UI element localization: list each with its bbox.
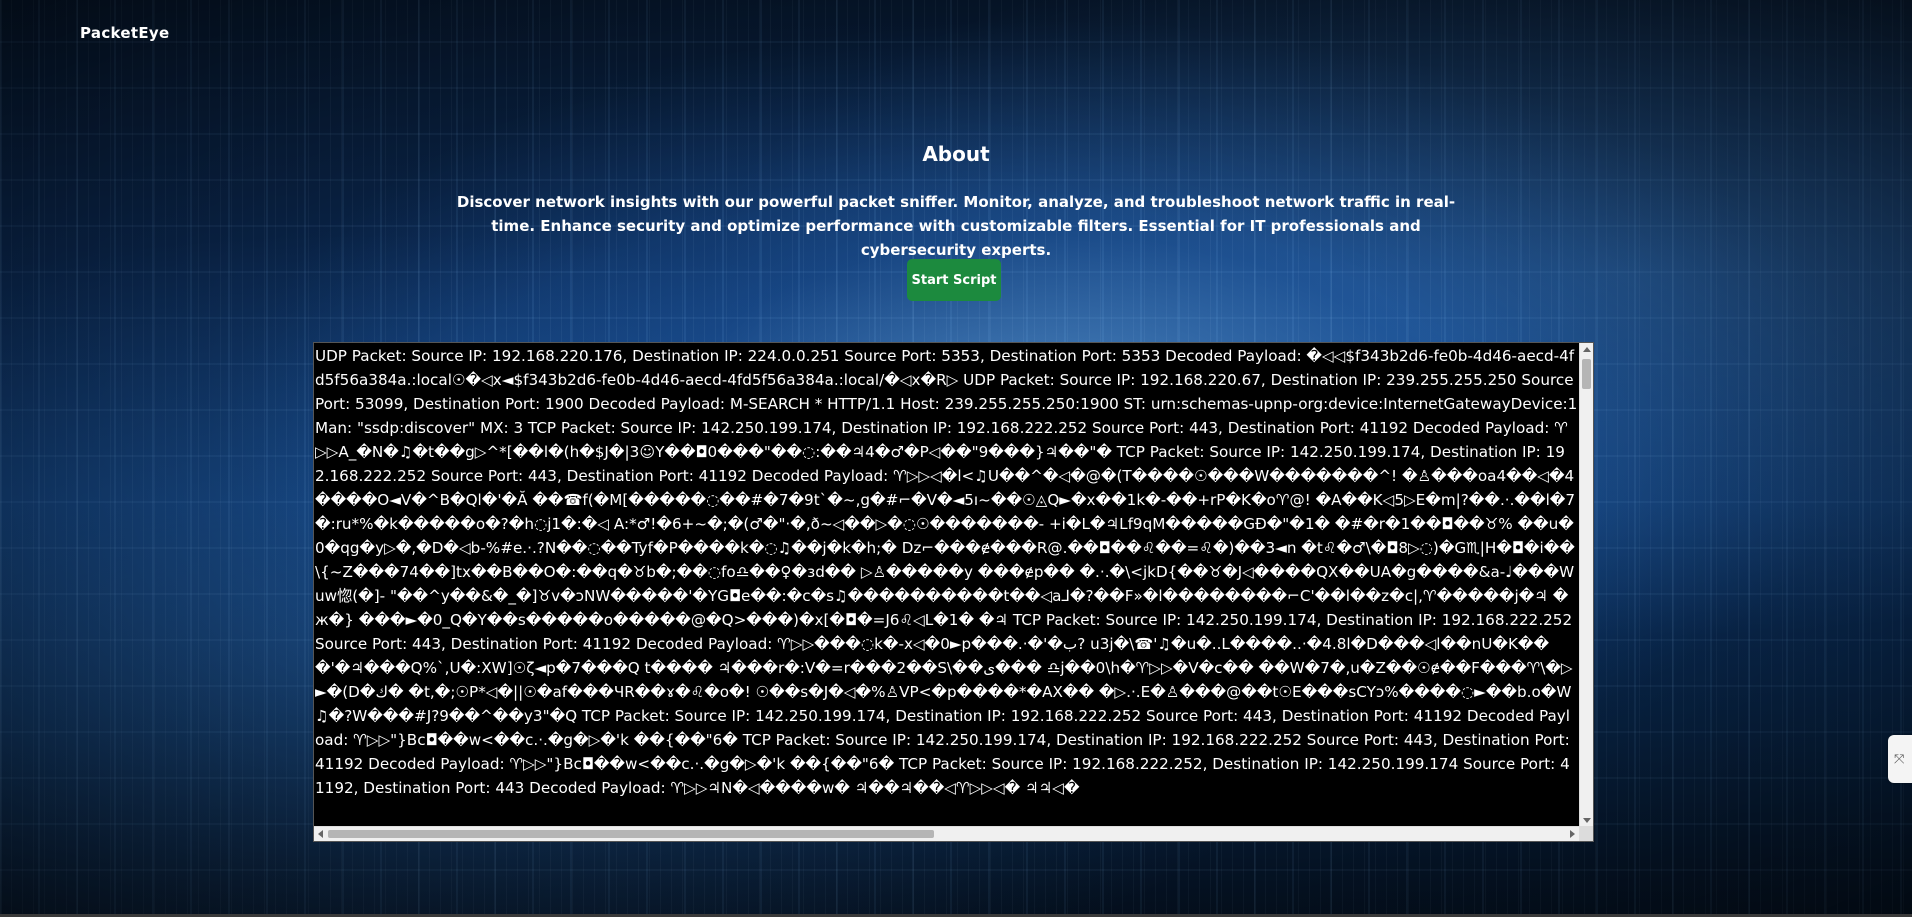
packet-output-text: UDP Packet: Source IP: 192.168.220.176, …: [315, 347, 1578, 797]
about-title: About: [922, 142, 990, 166]
start-script-button[interactable]: Start Script: [907, 259, 1001, 301]
horizontal-scrollbar[interactable]: [314, 826, 1579, 841]
vertical-scroll-thumb[interactable]: [1582, 359, 1591, 389]
packet-output-box[interactable]: UDP Packet: Source IP: 192.168.220.176, …: [313, 342, 1594, 842]
scroll-down-icon[interactable]: [1583, 818, 1591, 823]
horizontal-scroll-thumb[interactable]: [328, 830, 934, 838]
vertical-scrollbar[interactable]: [1579, 343, 1593, 827]
side-panel-tab[interactable]: ⤧: [1888, 735, 1912, 783]
side-panel-toggle-icon: ⤧: [1894, 752, 1905, 767]
scroll-left-icon[interactable]: [318, 830, 323, 838]
brand-logo[interactable]: PacketEye: [80, 24, 169, 42]
about-description: Discover network insights with our power…: [456, 193, 1456, 259]
scrollbar-corner: [1579, 826, 1593, 841]
scroll-up-icon[interactable]: [1583, 347, 1591, 352]
scroll-right-icon[interactable]: [1570, 830, 1575, 838]
